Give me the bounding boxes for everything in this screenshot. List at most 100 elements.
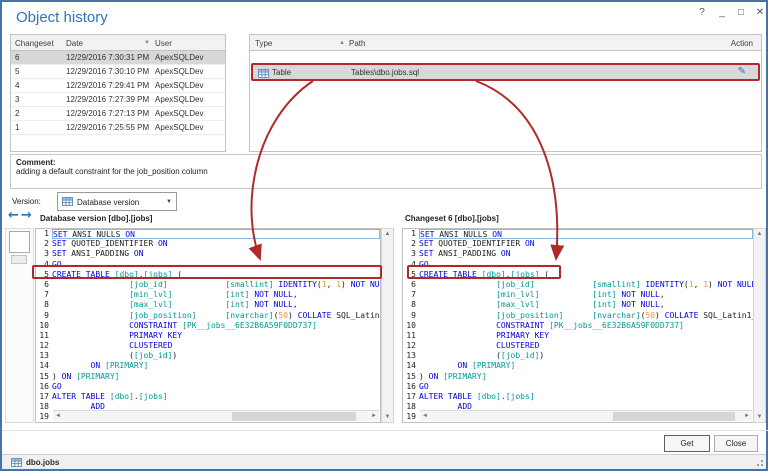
scroll-right-icon[interactable]: ► [744, 413, 750, 419]
page-thumbnail[interactable] [11, 255, 27, 264]
code-text: [job_position] [nvarchar](50) COLLATE SQ… [419, 311, 753, 321]
changeset-row[interactable]: 612/29/2016 7:30:31 PMApexSQLDev [11, 51, 225, 65]
line-number: 3 [36, 249, 52, 259]
line-number: 17 [403, 392, 419, 402]
file-path-label: Tables\dbo.jobs.sql [351, 68, 419, 77]
code-text: SET ANSI_NULLS ON [419, 229, 753, 239]
column-header-path[interactable]: Path [349, 39, 365, 48]
code-line: 14 ON [PRIMARY] [36, 361, 380, 371]
sort-asc-icon: ▲ [339, 40, 345, 46]
column-header-date[interactable]: Date [66, 39, 83, 48]
code-line: 13 ([job_id]) [36, 351, 380, 361]
code-text: GO [52, 382, 380, 392]
cell: ApexSQLDev [155, 53, 203, 62]
scroll-up-icon[interactable]: ▲ [754, 231, 765, 237]
cell: 12/29/2016 7:29:41 PM [66, 81, 149, 90]
cell: 12/29/2016 7:30:31 PM [66, 53, 149, 62]
changeset-row[interactable]: 112/29/2016 7:25:55 PMApexSQLDev [11, 121, 225, 135]
edit-icon[interactable]: ✎ [738, 66, 746, 77]
column-header-changeset[interactable]: Changeset [15, 39, 54, 48]
help-icon[interactable]: ? [694, 7, 710, 18]
minimize-icon[interactable]: _ [714, 7, 730, 18]
scroll-left-icon[interactable]: ◄ [55, 413, 61, 419]
left-code-panel[interactable]: 1SET ANSI_NULLS ON2SET QUOTED_IDENTIFIER… [35, 228, 381, 423]
line-number: 16 [403, 382, 419, 392]
left-horizontal-scrollbar[interactable]: ◄ ► [53, 410, 379, 421]
status-object-name: dbo.jobs [26, 458, 59, 467]
version-dropdown[interactable]: Database version ▼ [57, 192, 177, 211]
line-number: 6 [36, 280, 52, 290]
line-number: 9 [36, 311, 52, 321]
column-header-type[interactable]: Type [255, 39, 272, 48]
code-line: 16GO [36, 382, 380, 392]
left-vertical-scrollbar[interactable]: ▲ ▼ [381, 228, 394, 423]
line-number: 7 [403, 290, 419, 300]
line-number: 8 [403, 300, 419, 310]
code-text: PRIMARY KEY [419, 331, 753, 341]
changeset-row[interactable]: 212/29/2016 7:27:13 PMApexSQLDev [11, 107, 225, 121]
code-text: ) ON [PRIMARY] [419, 372, 753, 382]
line-number: 15 [403, 372, 419, 382]
code-text: SET QUOTED_IDENTIFIER ON [419, 239, 753, 249]
nav-forward-icon[interactable]: → [21, 208, 34, 223]
line-number: 19 [403, 412, 419, 422]
line-number: 19 [36, 412, 52, 422]
cell: 12/29/2016 7:25:55 PM [66, 123, 149, 132]
code-line: 6 [job_id] [smallint] IDENTITY(1, 1) NOT… [36, 280, 380, 290]
line-number: 5 [36, 270, 52, 280]
line-number: 10 [36, 321, 52, 331]
scroll-down-icon[interactable]: ▼ [754, 414, 765, 420]
line-number: 9 [403, 311, 419, 321]
scroll-left-icon[interactable]: ◄ [422, 413, 428, 419]
resize-grip[interactable] [756, 460, 763, 467]
code-text: [job_position] [nvarchar](50) COLLATE SQ… [52, 311, 380, 321]
table-icon [62, 197, 73, 206]
left-panel-title: Database version [dbo].[jobs] [40, 214, 152, 223]
comment-panel: Comment: adding a default constraint for… [10, 154, 762, 189]
column-header-action[interactable]: Action [731, 39, 753, 48]
cell: ApexSQLDev [155, 67, 203, 76]
cell: 5 [15, 67, 19, 76]
get-button[interactable]: Get [664, 435, 710, 452]
line-number: 11 [403, 331, 419, 341]
scroll-down-icon[interactable]: ▼ [382, 414, 393, 420]
close-icon[interactable]: ✕ [752, 7, 768, 18]
document-map[interactable] [5, 228, 34, 423]
changeset-row[interactable]: 412/29/2016 7:29:41 PMApexSQLDev [11, 79, 225, 93]
changeset-row[interactable]: 512/29/2016 7:30:10 PMApexSQLDev [11, 65, 225, 79]
right-horizontal-scrollbar[interactable]: ◄ ► [420, 410, 752, 421]
code-line: 11 PRIMARY KEY [36, 331, 380, 341]
maximize-icon[interactable]: □ [733, 7, 749, 18]
close-button[interactable]: Close [714, 435, 758, 452]
nav-back-icon[interactable]: ← [8, 208, 21, 223]
cell: 2 [15, 109, 19, 118]
code-text: SET ANSI_NULLS ON [52, 229, 380, 239]
scrollbar-thumb[interactable] [232, 412, 356, 421]
page-thumbnail[interactable] [9, 231, 30, 253]
right-vertical-scrollbar[interactable]: ▲ ▼ [753, 228, 766, 423]
scrollbar-thumb[interactable] [613, 412, 736, 421]
column-header-user[interactable]: User [155, 39, 172, 48]
code-line: 1SET ANSI_NULLS ON [36, 229, 380, 239]
code-text: GO [52, 260, 380, 270]
chevron-down-icon[interactable]: ▼ [166, 199, 172, 205]
file-row[interactable]: Table Tables\dbo.jobs.sql ✎ [251, 63, 760, 81]
code-line: 2SET QUOTED_IDENTIFIER ON [36, 239, 380, 249]
line-number: 10 [403, 321, 419, 331]
code-text: SET QUOTED_IDENTIFIER ON [52, 239, 380, 249]
code-text: ALTER TABLE [dbo].[jobs] [52, 392, 380, 402]
code-text: ALTER TABLE [dbo].[jobs] [419, 392, 753, 402]
code-line: 4GO [36, 260, 380, 270]
code-text: CLUSTERED [419, 341, 753, 351]
object-history-dialog: Object history ? _ □ ✕ Changeset Date ▼ … [0, 0, 768, 471]
scroll-right-icon[interactable]: ► [371, 413, 377, 419]
line-number: 12 [403, 341, 419, 351]
code-text: GO [419, 260, 753, 270]
changesets-grid-header: Changeset Date ▼ User [11, 35, 225, 51]
version-label: Version: [12, 197, 41, 206]
code-text: CONSTRAINT [PK__jobs__6E32B6A59F0DD737] [52, 321, 380, 331]
right-code-panel[interactable]: 1SET ANSI_NULLS ON2SET QUOTED_IDENTIFIER… [402, 228, 754, 423]
changeset-row[interactable]: 312/29/2016 7:27:39 PMApexSQLDev [11, 93, 225, 107]
cell: ApexSQLDev [155, 81, 203, 90]
scroll-up-icon[interactable]: ▲ [382, 231, 393, 237]
